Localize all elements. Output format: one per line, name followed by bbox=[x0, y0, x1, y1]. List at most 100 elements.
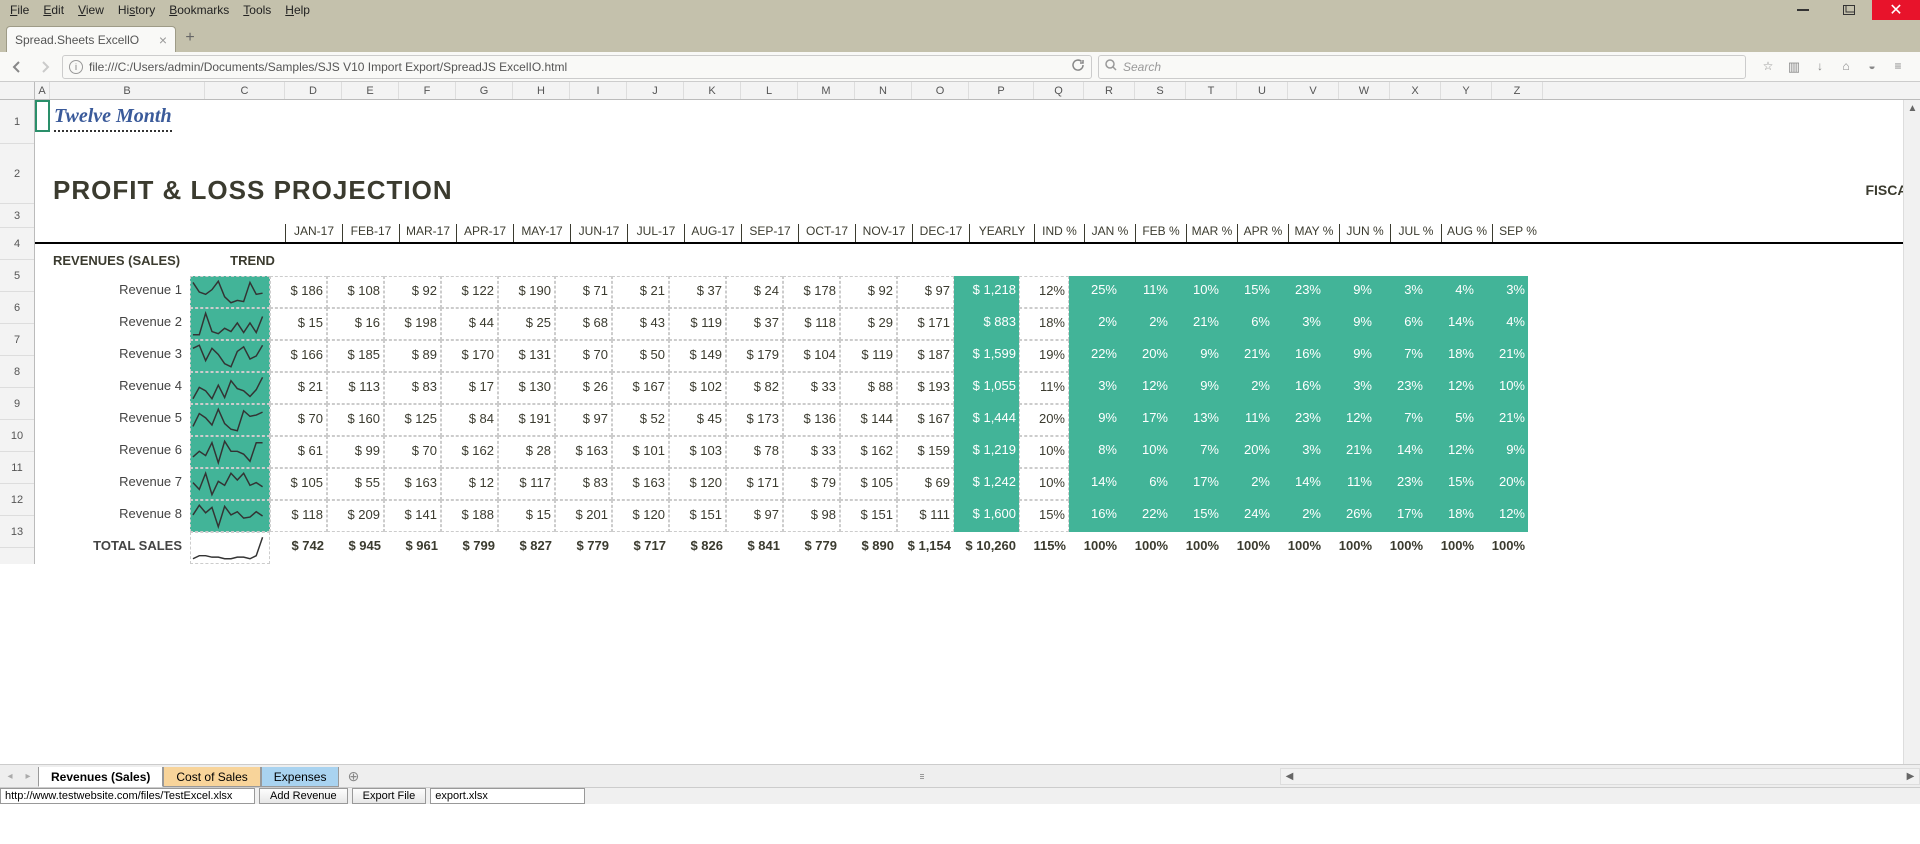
row-header-1[interactable]: 1 bbox=[0, 100, 34, 144]
menu-edit[interactable]: Edit bbox=[37, 3, 70, 17]
value-cell[interactable]: $ 108 bbox=[327, 276, 384, 308]
value-cell[interactable]: $ 33 bbox=[783, 372, 840, 404]
row-header-10[interactable]: 10 bbox=[0, 420, 34, 452]
pct-cell[interactable]: 13% bbox=[1171, 404, 1222, 436]
total-pct[interactable]: 100% bbox=[1120, 532, 1171, 564]
value-cell[interactable]: $ 89 bbox=[384, 340, 441, 372]
value-cell[interactable]: $ 179 bbox=[726, 340, 783, 372]
value-cell[interactable]: $ 190 bbox=[498, 276, 555, 308]
pct-cell[interactable]: 21% bbox=[1222, 340, 1273, 372]
value-cell[interactable]: $ 37 bbox=[726, 308, 783, 340]
menu-tools[interactable]: Tools bbox=[237, 3, 277, 17]
value-cell[interactable]: $ 70 bbox=[270, 404, 327, 436]
total-cell[interactable]: $ 1,154 bbox=[897, 532, 954, 564]
row-header-13[interactable]: 13 bbox=[0, 516, 34, 548]
value-cell[interactable]: $ 120 bbox=[669, 468, 726, 500]
value-cell[interactable]: $ 162 bbox=[840, 436, 897, 468]
value-cell[interactable]: $ 118 bbox=[270, 500, 327, 532]
pct-cell[interactable]: 3% bbox=[1069, 372, 1120, 404]
value-cell[interactable]: $ 12 bbox=[441, 468, 498, 500]
value-cell[interactable]: $ 97 bbox=[726, 500, 783, 532]
add-sheet-button[interactable]: ⊕ bbox=[339, 768, 367, 785]
value-cell[interactable]: $ 113 bbox=[327, 372, 384, 404]
row-header-4[interactable]: 4 bbox=[0, 228, 34, 260]
value-cell[interactable]: $ 78 bbox=[726, 436, 783, 468]
col-header-Q[interactable]: Q bbox=[1034, 82, 1084, 99]
total-yearly[interactable]: $ 10,260 bbox=[954, 532, 1019, 564]
value-cell[interactable]: $ 92 bbox=[384, 276, 441, 308]
value-cell[interactable]: $ 163 bbox=[384, 468, 441, 500]
total-cell[interactable]: $ 841 bbox=[726, 532, 783, 564]
pct-cell[interactable]: 17% bbox=[1120, 404, 1171, 436]
pct-cell[interactable]: 11% bbox=[1222, 404, 1273, 436]
home-icon[interactable]: ⌂ bbox=[1838, 59, 1854, 75]
ind-cell[interactable]: 15% bbox=[1019, 500, 1069, 532]
value-cell[interactable]: $ 188 bbox=[441, 500, 498, 532]
row-header-2[interactable]: 2 bbox=[0, 144, 34, 204]
value-cell[interactable]: $ 55 bbox=[327, 468, 384, 500]
value-cell[interactable]: $ 173 bbox=[726, 404, 783, 436]
pct-cell[interactable]: 8% bbox=[1069, 436, 1120, 468]
col-header-T[interactable]: T bbox=[1186, 82, 1237, 99]
library-icon[interactable]: ▥ bbox=[1786, 59, 1802, 75]
pct-cell[interactable]: 7% bbox=[1375, 404, 1426, 436]
row-header-12[interactable]: 12 bbox=[0, 484, 34, 516]
pct-cell[interactable]: 7% bbox=[1171, 436, 1222, 468]
value-cell[interactable]: $ 118 bbox=[783, 308, 840, 340]
pct-cell[interactable]: 9% bbox=[1069, 404, 1120, 436]
window-minimize-button[interactable] bbox=[1780, 0, 1826, 20]
sheet-tab-cost-of-sales[interactable]: Cost of Sales bbox=[163, 767, 260, 787]
menu-hamburger-icon[interactable]: ≡ bbox=[1890, 59, 1906, 75]
pct-cell[interactable]: 23% bbox=[1375, 468, 1426, 500]
value-cell[interactable]: $ 151 bbox=[669, 500, 726, 532]
export-file-button[interactable]: Export File bbox=[352, 788, 427, 804]
pct-cell[interactable]: 23% bbox=[1375, 372, 1426, 404]
total-cell[interactable]: $ 945 bbox=[327, 532, 384, 564]
pct-cell[interactable]: 23% bbox=[1273, 404, 1324, 436]
vertical-scrollbar[interactable]: ▲ bbox=[1903, 100, 1920, 804]
pct-cell[interactable]: 21% bbox=[1477, 340, 1528, 372]
value-cell[interactable]: $ 209 bbox=[327, 500, 384, 532]
row-header-3[interactable]: 3 bbox=[0, 204, 34, 228]
col-header-P[interactable]: P bbox=[969, 82, 1034, 99]
total-cell[interactable]: $ 827 bbox=[498, 532, 555, 564]
value-cell[interactable]: $ 130 bbox=[498, 372, 555, 404]
value-cell[interactable]: $ 167 bbox=[612, 372, 669, 404]
value-cell[interactable]: $ 97 bbox=[555, 404, 612, 436]
row-header-5[interactable]: 5 bbox=[0, 260, 34, 292]
col-header-A[interactable]: A bbox=[35, 82, 50, 99]
value-cell[interactable]: $ 26 bbox=[555, 372, 612, 404]
value-cell[interactable]: $ 17 bbox=[441, 372, 498, 404]
pct-cell[interactable]: 6% bbox=[1222, 308, 1273, 340]
pct-cell[interactable]: 18% bbox=[1426, 340, 1477, 372]
yearly-cell[interactable]: $ 1,599 bbox=[954, 340, 1019, 372]
col-header-J[interactable]: J bbox=[627, 82, 684, 99]
pct-cell[interactable]: 2% bbox=[1120, 308, 1171, 340]
total-pct[interactable]: 100% bbox=[1069, 532, 1120, 564]
col-header-U[interactable]: U bbox=[1237, 82, 1288, 99]
pocket-icon[interactable]: ◒ bbox=[1864, 59, 1880, 75]
pct-cell[interactable]: 12% bbox=[1426, 372, 1477, 404]
value-cell[interactable]: $ 103 bbox=[669, 436, 726, 468]
yearly-cell[interactable]: $ 1,055 bbox=[954, 372, 1019, 404]
value-cell[interactable]: $ 166 bbox=[270, 340, 327, 372]
total-cell[interactable]: $ 826 bbox=[669, 532, 726, 564]
menu-history[interactable]: History bbox=[112, 3, 161, 17]
scroll-up-arrow[interactable]: ▲ bbox=[1904, 100, 1920, 117]
ind-cell[interactable]: 19% bbox=[1019, 340, 1069, 372]
total-cell[interactable]: $ 717 bbox=[612, 532, 669, 564]
pct-cell[interactable]: 14% bbox=[1273, 468, 1324, 500]
col-header-C[interactable]: C bbox=[205, 82, 285, 99]
col-header-N[interactable]: N bbox=[855, 82, 912, 99]
value-cell[interactable]: $ 50 bbox=[612, 340, 669, 372]
value-cell[interactable]: $ 15 bbox=[498, 500, 555, 532]
pct-cell[interactable]: 25% bbox=[1069, 276, 1120, 308]
value-cell[interactable]: $ 193 bbox=[897, 372, 954, 404]
pct-cell[interactable]: 20% bbox=[1477, 468, 1528, 500]
site-info-icon[interactable]: i bbox=[69, 60, 83, 74]
menu-view[interactable]: View bbox=[72, 3, 110, 17]
url-field[interactable]: i file:///C:/Users/admin/Documents/Sampl… bbox=[62, 55, 1092, 79]
value-cell[interactable]: $ 105 bbox=[270, 468, 327, 500]
pct-cell[interactable]: 24% bbox=[1222, 500, 1273, 532]
menu-help[interactable]: Help bbox=[279, 3, 316, 17]
